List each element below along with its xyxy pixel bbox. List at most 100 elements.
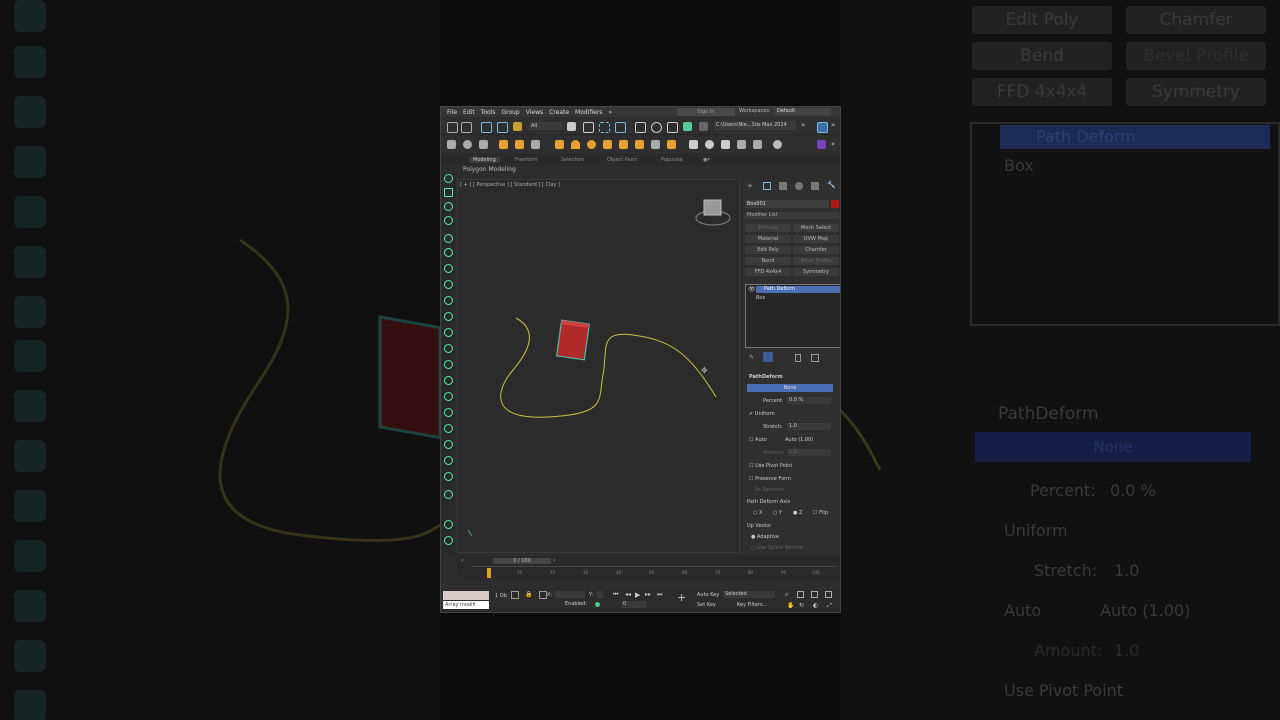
tab-modeling[interactable]: Modeling: [469, 157, 500, 163]
modify-tab-icon[interactable]: [763, 182, 771, 190]
auto-key-button[interactable]: Auto Key: [697, 592, 719, 598]
material-editor-icon[interactable]: [515, 140, 524, 149]
hierarchy-tool-icon[interactable]: [444, 248, 453, 257]
object-color-swatch[interactable]: [831, 200, 839, 208]
bind-space-warp-icon[interactable]: [513, 122, 522, 131]
plugin-p-icon[interactable]: [817, 140, 826, 149]
render-icon[interactable]: [463, 140, 472, 149]
orbit-icon[interactable]: ↻: [799, 602, 804, 609]
menu-group[interactable]: Group: [501, 109, 519, 116]
configure-sets-icon[interactable]: [811, 354, 819, 362]
sphere-primitive-icon[interactable]: [705, 140, 714, 149]
light-tool-icon[interactable]: [444, 264, 453, 273]
sign-in-button[interactable]: Sign In: [677, 108, 735, 116]
view-coordinate-icon[interactable]: [699, 122, 708, 131]
time-slider[interactable]: 0 / 100: [493, 558, 551, 564]
menu-overflow-icon[interactable]: »: [608, 109, 612, 116]
move-icon[interactable]: [635, 122, 646, 133]
flip-checkbox[interactable]: ☐ Flip: [813, 510, 828, 516]
pathdeform-rollout-title[interactable]: PathDeform: [749, 374, 783, 380]
use-pivot-checkbox[interactable]: ☐ Use Pivot Point: [749, 463, 792, 469]
display-tab-icon[interactable]: [811, 182, 819, 190]
object-name-field[interactable]: Box001: [745, 200, 829, 208]
modifier-list-dropdown[interactable]: Modifier List: [745, 212, 839, 219]
pick-path-button[interactable]: None: [747, 384, 833, 392]
eye-tool-icon[interactable]: [444, 520, 453, 529]
key-selection-dropdown[interactable]: Selected: [723, 591, 775, 598]
camera-tool-icon[interactable]: [444, 280, 453, 289]
redo-icon[interactable]: [461, 122, 472, 133]
zoom-extents-icon[interactable]: [797, 591, 804, 598]
zoom-all-icon[interactable]: [811, 591, 818, 598]
material-icon[interactable]: [499, 140, 508, 149]
coord-x-field[interactable]: [555, 591, 585, 598]
extrude-button[interactable]: Extrude: [745, 224, 791, 232]
light-icon[interactable]: [555, 140, 564, 149]
zoom-icon[interactable]: ⌕: [785, 591, 788, 599]
sort-tool-icon[interactable]: [444, 234, 453, 243]
tab-selection[interactable]: Selection: [561, 157, 584, 163]
mesh-select-button[interactable]: Mesh Select: [793, 224, 839, 232]
percent-spinner[interactable]: 0.0 %: [787, 397, 831, 404]
goto-end-icon[interactable]: ⏭: [657, 591, 662, 599]
display-tool-icon[interactable]: [444, 202, 453, 211]
set-key-icon[interactable]: +: [677, 591, 686, 604]
eye-icon[interactable]: 👁: [748, 286, 756, 293]
xs-sections-checkbox[interactable]: Xs Sections: [755, 487, 784, 493]
box-primitive-icon[interactable]: [689, 140, 698, 149]
unlink-icon[interactable]: [497, 122, 508, 133]
render-frame-icon[interactable]: [479, 140, 488, 149]
set-key-button[interactable]: Set Key: [697, 602, 716, 608]
layer-explorer-icon[interactable]: [817, 122, 828, 133]
enabled-indicator-icon[interactable]: [595, 602, 600, 607]
plane-primitive-icon[interactable]: [721, 140, 730, 149]
selection-filter-dropdown[interactable]: All: [529, 122, 563, 130]
container-tool-icon[interactable]: [444, 408, 453, 417]
perspective-viewport[interactable]: [ + ] [ Perspective ] [ Standard ] [ Cla…: [457, 179, 740, 553]
bevel-profile-button[interactable]: Bevel Profile: [793, 257, 839, 265]
layer-tool-icon[interactable]: [444, 188, 453, 197]
tool-icon[interactable]: [444, 536, 453, 545]
group-tool-icon[interactable]: [444, 392, 453, 401]
bend-button[interactable]: Bend: [745, 257, 791, 265]
menu-modifiers[interactable]: Modifiers: [575, 109, 602, 116]
motion-tab-icon[interactable]: [795, 182, 803, 190]
link-icon[interactable]: [481, 122, 492, 133]
uniform-checkbox[interactable]: ✔ Uniform: [749, 411, 775, 417]
lock-icon[interactable]: 🔒: [525, 591, 532, 598]
box001-object[interactable]: [555, 319, 591, 361]
current-frame-field[interactable]: 0: [621, 601, 647, 608]
play-icon[interactable]: ▶: [635, 591, 640, 599]
chamfer-button[interactable]: Chamfer: [793, 246, 839, 254]
teapot-tool-icon[interactable]: [444, 472, 453, 481]
maxscript-listener[interactable]: [443, 591, 489, 600]
help-tool-icon[interactable]: [444, 216, 453, 225]
auto-checkbox[interactable]: ☐ Auto: [749, 437, 767, 443]
rectangular-selection-icon[interactable]: [599, 122, 610, 133]
stack-item-box[interactable]: Box: [756, 295, 765, 301]
goto-start-icon[interactable]: ⏮: [613, 591, 618, 599]
menu-views[interactable]: Views: [526, 109, 543, 116]
zoom-extents-all-icon[interactable]: [825, 591, 832, 598]
maxscript-mini-listener[interactable]: Array modifi: [443, 601, 489, 609]
menu-tools[interactable]: Tools: [481, 109, 496, 116]
create-tab-icon[interactable]: +: [747, 182, 753, 190]
toolbar-overflow-icon[interactable]: »: [801, 121, 805, 129]
key-filters-button[interactable]: Key Filters...: [737, 602, 767, 608]
dome-light-icon[interactable]: [571, 140, 580, 149]
viewcube-icon[interactable]: [695, 199, 731, 226]
find-tool-icon[interactable]: [444, 456, 453, 465]
time-cursor[interactable]: [487, 568, 491, 578]
axis-y-radio[interactable]: ○ Y: [773, 510, 782, 516]
spot-light-icon[interactable]: [635, 140, 644, 149]
select-by-name-icon[interactable]: [583, 122, 594, 133]
help-circle-icon[interactable]: [444, 490, 453, 499]
isolate-icon[interactable]: [511, 591, 519, 599]
shape-tool-icon[interactable]: [444, 296, 453, 305]
geometry-tool-icon[interactable]: [444, 312, 453, 321]
particle-tool-icon[interactable]: [444, 344, 453, 353]
sun-icon[interactable]: [587, 140, 596, 149]
maximize-viewport-icon[interactable]: ⤢: [827, 602, 832, 610]
uvw-map-button[interactable]: UVW Map: [793, 235, 839, 243]
timeline[interactable]: ‹ 0 / 100 › 10 20 30 40 50 60 70 80 90 1…: [457, 556, 840, 578]
